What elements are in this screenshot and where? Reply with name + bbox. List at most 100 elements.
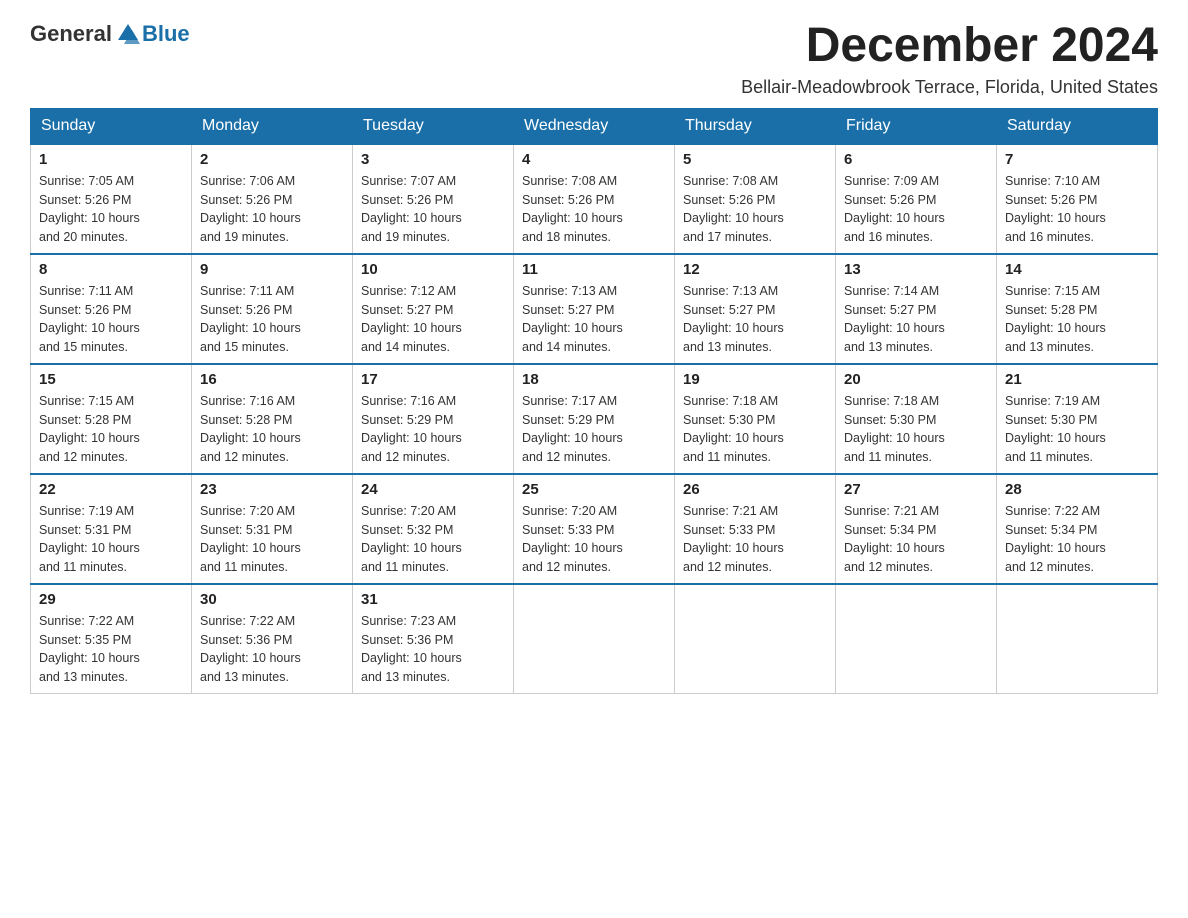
calendar-cell: 23 Sunrise: 7:20 AMSunset: 5:31 PMDaylig… [192, 474, 353, 584]
day-number: 30 [200, 591, 344, 608]
day-info: Sunrise: 7:14 AMSunset: 5:27 PMDaylight:… [844, 284, 945, 354]
calendar-cell: 25 Sunrise: 7:20 AMSunset: 5:33 PMDaylig… [514, 474, 675, 584]
week-row-5: 29 Sunrise: 7:22 AMSunset: 5:35 PMDaylig… [31, 584, 1158, 694]
day-info: Sunrise: 7:16 AMSunset: 5:29 PMDaylight:… [361, 394, 462, 464]
day-info: Sunrise: 7:10 AMSunset: 5:26 PMDaylight:… [1005, 174, 1106, 244]
page-header: General Blue December 2024 Bellair-Meado… [30, 20, 1158, 98]
calendar-cell [514, 584, 675, 694]
day-number: 6 [844, 151, 988, 168]
day-info: Sunrise: 7:12 AMSunset: 5:27 PMDaylight:… [361, 284, 462, 354]
day-info: Sunrise: 7:17 AMSunset: 5:29 PMDaylight:… [522, 394, 623, 464]
day-info: Sunrise: 7:16 AMSunset: 5:28 PMDaylight:… [200, 394, 301, 464]
calendar-cell: 11 Sunrise: 7:13 AMSunset: 5:27 PMDaylig… [514, 254, 675, 364]
day-number: 4 [522, 151, 666, 168]
calendar-cell: 17 Sunrise: 7:16 AMSunset: 5:29 PMDaylig… [353, 364, 514, 474]
calendar-cell: 24 Sunrise: 7:20 AMSunset: 5:32 PMDaylig… [353, 474, 514, 584]
day-info: Sunrise: 7:05 AMSunset: 5:26 PMDaylight:… [39, 174, 140, 244]
calendar-cell: 21 Sunrise: 7:19 AMSunset: 5:30 PMDaylig… [997, 364, 1158, 474]
day-info: Sunrise: 7:21 AMSunset: 5:33 PMDaylight:… [683, 504, 784, 574]
calendar-cell: 20 Sunrise: 7:18 AMSunset: 5:30 PMDaylig… [836, 364, 997, 474]
week-row-4: 22 Sunrise: 7:19 AMSunset: 5:31 PMDaylig… [31, 474, 1158, 584]
day-info: Sunrise: 7:22 AMSunset: 5:35 PMDaylight:… [39, 614, 140, 684]
day-number: 13 [844, 261, 988, 278]
calendar-cell [675, 584, 836, 694]
calendar-cell: 30 Sunrise: 7:22 AMSunset: 5:36 PMDaylig… [192, 584, 353, 694]
day-number: 5 [683, 151, 827, 168]
day-info: Sunrise: 7:06 AMSunset: 5:26 PMDaylight:… [200, 174, 301, 244]
calendar-cell: 8 Sunrise: 7:11 AMSunset: 5:26 PMDayligh… [31, 254, 192, 364]
day-number: 16 [200, 371, 344, 388]
header-monday: Monday [192, 108, 353, 144]
calendar-cell: 5 Sunrise: 7:08 AMSunset: 5:26 PMDayligh… [675, 144, 836, 254]
calendar-cell: 7 Sunrise: 7:10 AMSunset: 5:26 PMDayligh… [997, 144, 1158, 254]
day-info: Sunrise: 7:20 AMSunset: 5:31 PMDaylight:… [200, 504, 301, 574]
day-info: Sunrise: 7:08 AMSunset: 5:26 PMDaylight:… [683, 174, 784, 244]
day-number: 28 [1005, 481, 1149, 498]
day-number: 29 [39, 591, 183, 608]
day-number: 23 [200, 481, 344, 498]
header-friday: Friday [836, 108, 997, 144]
calendar-cell: 31 Sunrise: 7:23 AMSunset: 5:36 PMDaylig… [353, 584, 514, 694]
header-thursday: Thursday [675, 108, 836, 144]
day-number: 3 [361, 151, 505, 168]
week-row-3: 15 Sunrise: 7:15 AMSunset: 5:28 PMDaylig… [31, 364, 1158, 474]
calendar-cell [836, 584, 997, 694]
day-number: 20 [844, 371, 988, 388]
day-number: 1 [39, 151, 183, 168]
calendar-cell: 28 Sunrise: 7:22 AMSunset: 5:34 PMDaylig… [997, 474, 1158, 584]
calendar-cell: 2 Sunrise: 7:06 AMSunset: 5:26 PMDayligh… [192, 144, 353, 254]
day-number: 21 [1005, 371, 1149, 388]
day-info: Sunrise: 7:23 AMSunset: 5:36 PMDaylight:… [361, 614, 462, 684]
day-number: 15 [39, 371, 183, 388]
title-section: December 2024 Bellair-Meadowbrook Terrac… [741, 20, 1158, 98]
day-number: 14 [1005, 261, 1149, 278]
calendar-cell: 18 Sunrise: 7:17 AMSunset: 5:29 PMDaylig… [514, 364, 675, 474]
day-number: 19 [683, 371, 827, 388]
day-info: Sunrise: 7:22 AMSunset: 5:34 PMDaylight:… [1005, 504, 1106, 574]
calendar-cell: 9 Sunrise: 7:11 AMSunset: 5:26 PMDayligh… [192, 254, 353, 364]
day-info: Sunrise: 7:19 AMSunset: 5:31 PMDaylight:… [39, 504, 140, 574]
calendar-cell: 27 Sunrise: 7:21 AMSunset: 5:34 PMDaylig… [836, 474, 997, 584]
calendar-cell [997, 584, 1158, 694]
calendar-cell: 10 Sunrise: 7:12 AMSunset: 5:27 PMDaylig… [353, 254, 514, 364]
day-info: Sunrise: 7:19 AMSunset: 5:30 PMDaylight:… [1005, 394, 1106, 464]
calendar-cell: 13 Sunrise: 7:14 AMSunset: 5:27 PMDaylig… [836, 254, 997, 364]
day-info: Sunrise: 7:13 AMSunset: 5:27 PMDaylight:… [683, 284, 784, 354]
day-number: 9 [200, 261, 344, 278]
header-saturday: Saturday [997, 108, 1158, 144]
logo: General Blue [30, 20, 190, 48]
day-info: Sunrise: 7:21 AMSunset: 5:34 PMDaylight:… [844, 504, 945, 574]
day-number: 12 [683, 261, 827, 278]
day-info: Sunrise: 7:13 AMSunset: 5:27 PMDaylight:… [522, 284, 623, 354]
calendar-cell: 29 Sunrise: 7:22 AMSunset: 5:35 PMDaylig… [31, 584, 192, 694]
day-info: Sunrise: 7:20 AMSunset: 5:33 PMDaylight:… [522, 504, 623, 574]
logo-general: General [30, 21, 112, 47]
calendar-title: December 2024 [741, 20, 1158, 73]
day-number: 26 [683, 481, 827, 498]
day-info: Sunrise: 7:20 AMSunset: 5:32 PMDaylight:… [361, 504, 462, 574]
logo-blue: Blue [142, 21, 190, 47]
day-number: 24 [361, 481, 505, 498]
header-row: SundayMondayTuesdayWednesdayThursdayFrid… [31, 108, 1158, 144]
calendar-cell: 26 Sunrise: 7:21 AMSunset: 5:33 PMDaylig… [675, 474, 836, 584]
logo-icon [114, 20, 142, 48]
day-number: 2 [200, 151, 344, 168]
day-info: Sunrise: 7:07 AMSunset: 5:26 PMDaylight:… [361, 174, 462, 244]
day-info: Sunrise: 7:22 AMSunset: 5:36 PMDaylight:… [200, 614, 301, 684]
calendar-cell: 16 Sunrise: 7:16 AMSunset: 5:28 PMDaylig… [192, 364, 353, 474]
day-number: 8 [39, 261, 183, 278]
calendar-cell: 12 Sunrise: 7:13 AMSunset: 5:27 PMDaylig… [675, 254, 836, 364]
header-wednesday: Wednesday [514, 108, 675, 144]
calendar-cell: 19 Sunrise: 7:18 AMSunset: 5:30 PMDaylig… [675, 364, 836, 474]
day-number: 22 [39, 481, 183, 498]
header-tuesday: Tuesday [353, 108, 514, 144]
day-number: 25 [522, 481, 666, 498]
day-info: Sunrise: 7:09 AMSunset: 5:26 PMDaylight:… [844, 174, 945, 244]
day-number: 10 [361, 261, 505, 278]
day-info: Sunrise: 7:11 AMSunset: 5:26 PMDaylight:… [200, 284, 301, 354]
calendar-cell: 3 Sunrise: 7:07 AMSunset: 5:26 PMDayligh… [353, 144, 514, 254]
day-number: 18 [522, 371, 666, 388]
header-sunday: Sunday [31, 108, 192, 144]
calendar-cell: 1 Sunrise: 7:05 AMSunset: 5:26 PMDayligh… [31, 144, 192, 254]
day-info: Sunrise: 7:18 AMSunset: 5:30 PMDaylight:… [844, 394, 945, 464]
